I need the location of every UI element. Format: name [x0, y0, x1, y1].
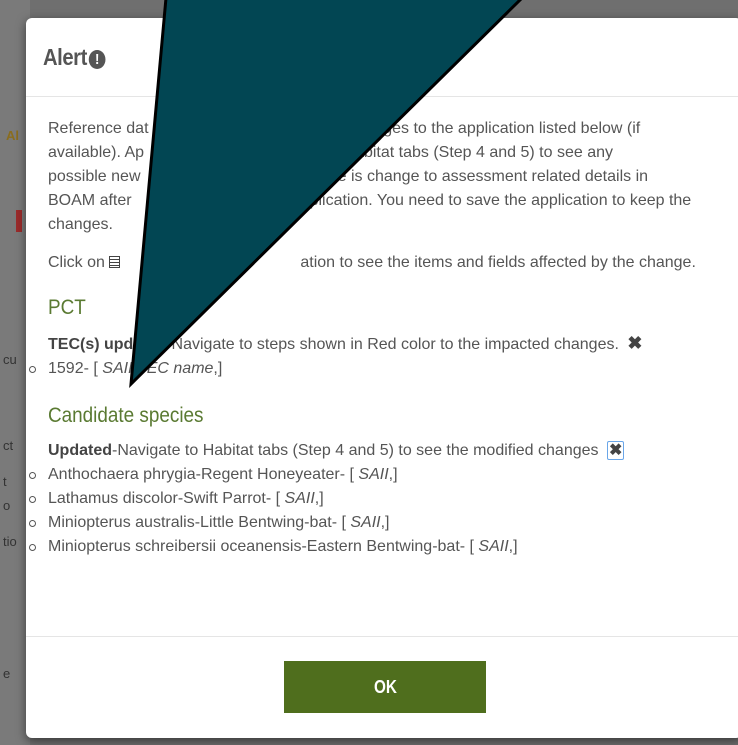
- close-icon[interactable]: ✖: [627, 333, 642, 353]
- list-item: Lathamus discolor-Swift Parrot- [ SAII,]: [29, 487, 728, 511]
- intro-text: possible new: [48, 168, 141, 185]
- intro-text: Reference dat: [48, 120, 149, 137]
- instruction-text: Click on: [48, 254, 105, 271]
- species-heading: Candidate species: [48, 404, 204, 427]
- intro-text: here is change to assessment related det…: [314, 168, 649, 185]
- pct-notice-label: TEC(s) updated: [48, 336, 167, 353]
- background-fragment: t: [3, 474, 7, 489]
- alert-icon: !: [88, 50, 106, 69]
- ok-button-label: OK: [373, 676, 397, 697]
- dialog-body: Reference dat hanges to the application l…: [29, 117, 728, 559]
- intro-text: sit Habitat tabs (Step 4 and 5) to see a…: [323, 144, 614, 161]
- dialog-footer: OK: [26, 636, 738, 739]
- background-fragment: ct: [3, 438, 14, 453]
- species-notice-label: Updated: [48, 442, 112, 459]
- intro-text: plication. You need to save the applicat…: [309, 192, 692, 209]
- intro-text: hanges to the application listed below (…: [356, 120, 641, 137]
- list-icon: [109, 256, 121, 268]
- intro-text: BOAM after: [48, 192, 132, 209]
- dialog-title: Alert!: [43, 44, 106, 71]
- dialog-title-text: Alert: [43, 44, 87, 70]
- pct-notice-text: -Navigate to steps shown in Red color to…: [166, 336, 619, 353]
- list-item: 1592- [ SAII,TEC name,]: [29, 357, 728, 381]
- list-item: Miniopterus australis-Little Bentwing-ba…: [29, 511, 728, 535]
- dialog-header: Alert!: [26, 18, 738, 97]
- instruction-paragraph: Click on ation to see the items and fiel…: [48, 251, 728, 275]
- species-notice-text: -Navigate to Habitat tabs (Step 4 and 5)…: [112, 442, 599, 459]
- background-fragment: e: [3, 666, 11, 681]
- background-fragment: tio: [3, 534, 17, 549]
- list-item: Anthochaera phrygia-Regent Honeyeater- […: [29, 463, 728, 487]
- species-list: Anthochaera phrygia-Regent Honeyeater- […: [29, 463, 728, 559]
- background-fragment: [16, 210, 22, 232]
- list-item: Miniopterus schreibersii oceanensis-East…: [29, 535, 728, 559]
- pct-list: 1592- [ SAII,TEC name,]: [29, 357, 728, 381]
- close-icon[interactable]: ✖: [606, 441, 625, 460]
- background-fragment: Al: [6, 128, 19, 143]
- pct-notice: TEC(s) updated-Navigate to steps shown i…: [48, 331, 728, 357]
- intro-paragraph: Reference dat hanges to the application l…: [48, 117, 728, 241]
- background-fragment: cu: [3, 352, 17, 367]
- intro-text: changes.: [48, 216, 113, 233]
- species-notice: Updated-Navigate to Habitat tabs (Step 4…: [48, 439, 728, 463]
- instruction-text: ation to see the items and fields affect…: [300, 254, 696, 271]
- background-fragment: o: [3, 498, 11, 513]
- pct-heading: PCT: [48, 296, 86, 319]
- intro-text: available). Ap: [48, 144, 145, 161]
- ok-button[interactable]: OK: [284, 661, 486, 713]
- alert-dialog: Alert! Reference dat hanges to the applic…: [26, 18, 738, 738]
